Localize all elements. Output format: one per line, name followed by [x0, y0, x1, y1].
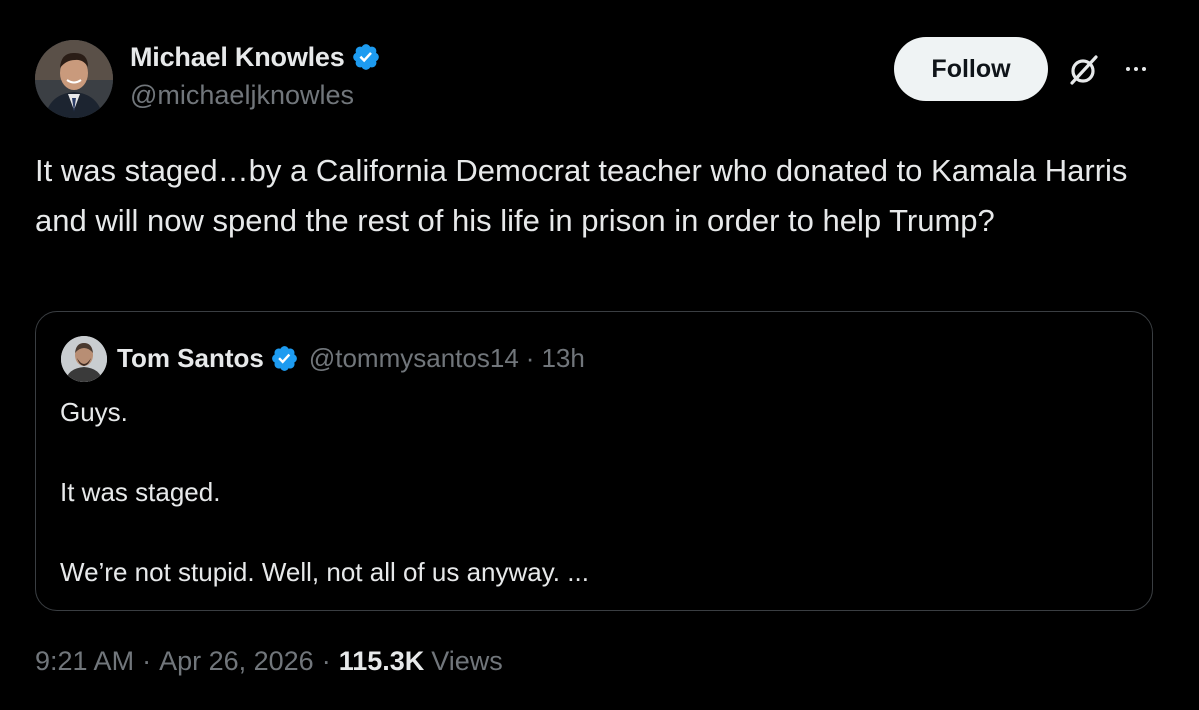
quoted-timestamp[interactable]: 13h: [541, 343, 584, 374]
tweet-meta: 9:21 AM · Apr 26, 2026 · 115.3K Views: [35, 646, 503, 677]
author-avatar[interactable]: [35, 40, 113, 118]
verified-badge-icon[interactable]: [270, 344, 299, 373]
quoted-paragraph: Guys.: [60, 397, 128, 427]
quoted-author-handle[interactable]: @tommysantos14: [309, 343, 519, 374]
meta-separator: ·: [142, 646, 152, 676]
more-dot: [1142, 67, 1146, 71]
quoted-author-name[interactable]: Tom Santos: [117, 343, 264, 374]
tweet-date[interactable]: Apr 26, 2026: [159, 646, 314, 677]
quoted-paragraph: We’re not stupid. Well, not all of us an…: [60, 557, 589, 587]
more-options-icon[interactable]: [1118, 54, 1154, 84]
quoted-paragraph: It was staged.: [60, 477, 221, 507]
author-name-row: Michael Knowles: [130, 40, 381, 74]
views-label[interactable]: Views: [431, 646, 503, 677]
quoted-tweet-header: Tom Santos @tommysantos14 · 13h: [117, 341, 585, 375]
quoted-author-avatar-image: [61, 336, 107, 382]
quoted-tweet-card[interactable]: Tom Santos @tommysantos14 · 13h Guys. It…: [35, 311, 1153, 611]
quoted-author-avatar[interactable]: [61, 336, 107, 382]
meta-separator: ·: [321, 646, 331, 676]
views-count[interactable]: 115.3K: [339, 646, 425, 677]
more-dot: [1126, 67, 1130, 71]
more-dot: [1134, 67, 1138, 71]
quoted-separator: ·: [525, 342, 535, 373]
verified-badge-icon[interactable]: [351, 42, 381, 72]
follow-button[interactable]: Follow: [894, 37, 1048, 101]
author-handle[interactable]: @michaeljknowles: [130, 80, 354, 111]
tweet-time[interactable]: 9:21 AM: [35, 646, 134, 677]
tweet-text: It was staged…by a California Democrat t…: [35, 153, 1137, 238]
grok-icon[interactable]: [1066, 52, 1102, 88]
author-avatar-image: [35, 40, 113, 118]
author-name[interactable]: Michael Knowles: [130, 42, 345, 73]
quoted-tweet-text: Guys. It was staged. We’re not stupid. W…: [60, 392, 1120, 592]
